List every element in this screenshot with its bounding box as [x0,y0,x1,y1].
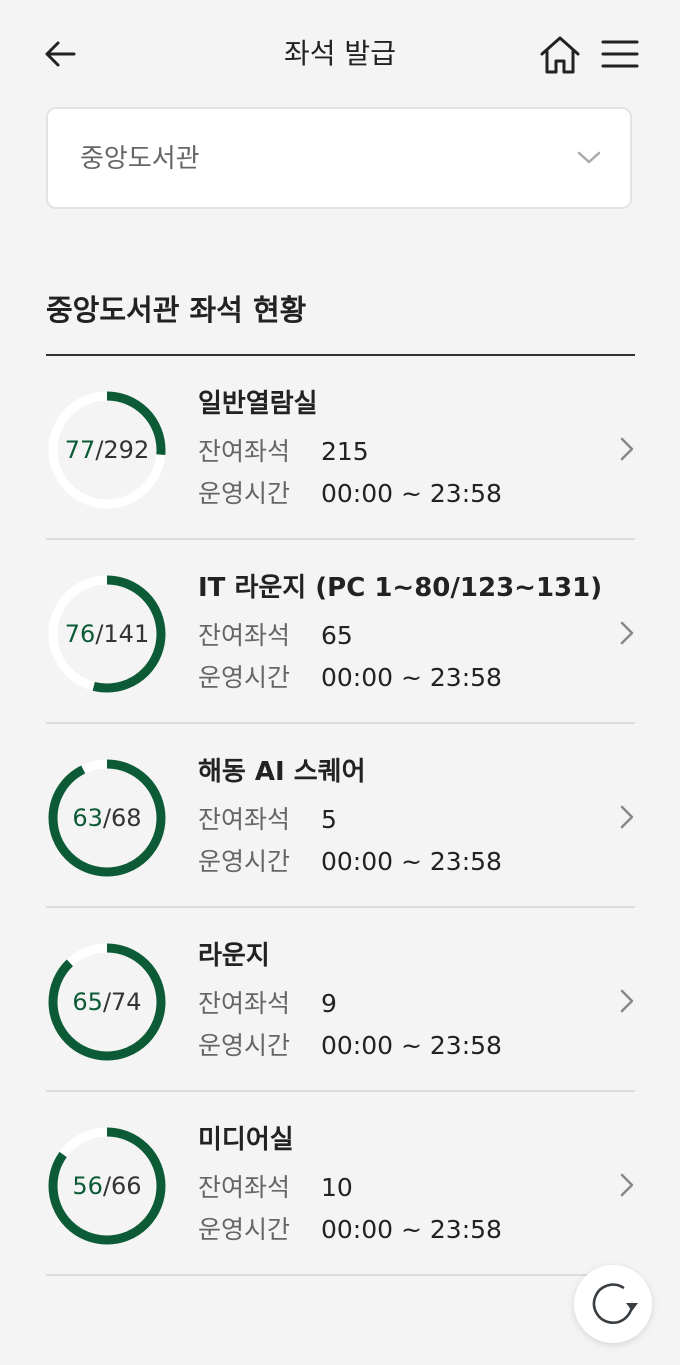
home-button[interactable] [538,34,582,76]
room-list: 77/292 일반열람실 잔여좌석 215 운영시간 00:00 ~ 23:58… [46,356,635,1276]
room-item[interactable]: 56/66 미디어실 잔여좌석 10 운영시간 00:00 ~ 23:58 [46,1092,635,1276]
occupancy-count: 77/292 [46,389,168,511]
remaining-seats-label: 잔여좌석 [198,805,291,834]
operating-hours-label: 운영시간 [198,479,291,508]
remaining-seats-label: 잔여좌석 [198,989,291,1018]
top-bar: 좌석 발급 [0,0,680,108]
occupancy-count: 63/68 [46,757,168,879]
occupancy-count: 76/141 [46,573,168,695]
operating-hours-value: 00:00 ~ 23:58 [321,1031,502,1060]
room-name: 라운지 [198,941,270,971]
operating-hours-label: 운영시간 [198,847,291,876]
total-seats: /74 [102,988,142,1016]
remaining-seats-label: 잔여좌석 [198,437,291,466]
used-seats: 76 [64,620,96,648]
total-seats: /66 [102,1172,142,1200]
menu-button[interactable] [600,36,640,72]
used-seats: 56 [72,1172,103,1200]
operating-hours-label: 운영시간 [198,663,291,692]
room-name: 미디어실 [198,1125,294,1155]
remaining-seats-value: 65 [321,621,353,650]
operating-hours-value: 00:00 ~ 23:58 [321,1215,502,1244]
room-item[interactable]: 65/74 라운지 잔여좌석 9 운영시간 00:00 ~ 23:58 [46,908,635,1092]
chevron-right-icon [620,989,634,1013]
used-seats: 65 [72,988,103,1016]
chevron-down-icon [577,151,601,164]
room-item[interactable]: 77/292 일반열람실 잔여좌석 215 운영시간 00:00 ~ 23:58 [46,356,635,540]
room-name: 해동 AI 스퀘어 [198,757,366,787]
room-name: 일반열람실 [198,389,318,419]
section-title: 중앙도서관 좌석 현황 [46,293,307,327]
refresh-button[interactable] [574,1265,652,1343]
remaining-seats-value: 9 [321,989,337,1018]
operating-hours-label: 운영시간 [198,1215,291,1244]
remaining-seats-value: 10 [321,1173,353,1202]
total-seats: /68 [102,804,142,832]
remaining-seats-label: 잔여좌석 [198,621,291,650]
operating-hours-label: 운영시간 [198,1031,291,1060]
used-seats: 77 [64,436,96,464]
chevron-right-icon [620,621,634,645]
room-name: IT 라운지 (PC 1~80/123~131) [198,573,603,603]
hamburger-menu-icon [601,40,639,68]
remaining-seats-value: 5 [321,805,337,834]
chevron-right-icon [620,805,634,829]
operating-hours-value: 00:00 ~ 23:58 [321,847,502,876]
operating-hours-value: 00:00 ~ 23:58 [321,479,502,508]
home-icon [540,36,580,74]
remaining-seats-label: 잔여좌석 [198,1173,291,1202]
refresh-icon [592,1283,638,1324]
room-item[interactable]: 63/68 해동 AI 스퀘어 잔여좌석 5 운영시간 00:00 ~ 23:5… [46,724,635,908]
total-seats: /141 [95,620,150,648]
library-select[interactable]: 중앙도서관 [46,107,632,209]
occupancy-count: 56/66 [46,1125,168,1247]
used-seats: 63 [72,804,103,832]
chevron-right-icon [620,437,634,461]
chevron-right-icon [620,1173,634,1197]
remaining-seats-value: 215 [321,437,369,466]
total-seats: /292 [95,436,150,464]
room-item[interactable]: 76/141 IT 라운지 (PC 1~80/123~131) 잔여좌석 65 … [46,540,635,724]
operating-hours-value: 00:00 ~ 23:58 [321,663,502,692]
occupancy-count: 65/74 [46,941,168,1063]
library-select-value: 중앙도서관 [80,144,200,174]
